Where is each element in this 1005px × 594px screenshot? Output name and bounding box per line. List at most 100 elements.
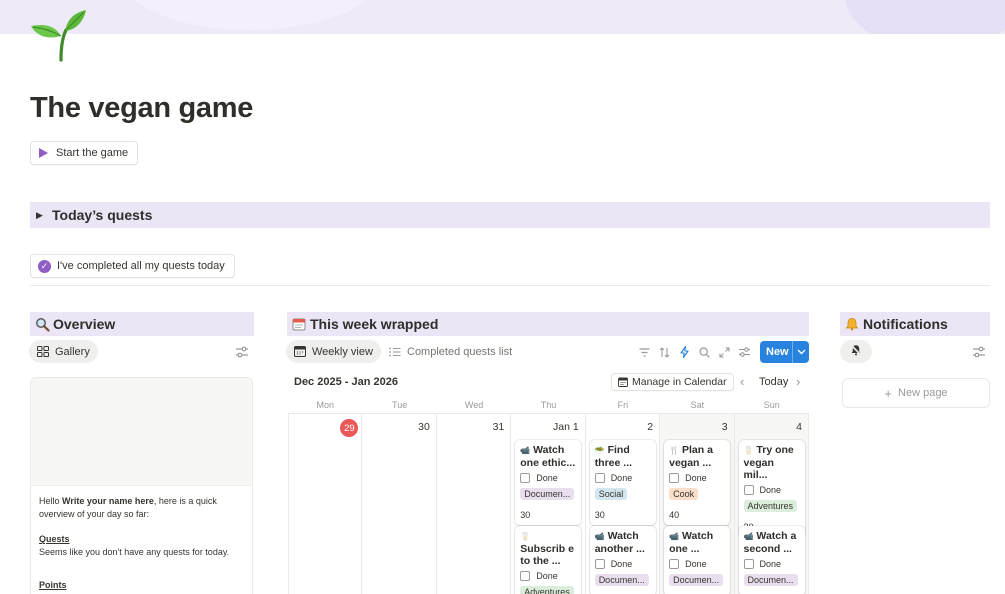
magnifier-icon xyxy=(33,316,51,332)
day-number: 30 xyxy=(418,421,430,433)
sliders-icon[interactable] xyxy=(734,344,754,360)
quest-title: 📹 Watch another ... xyxy=(595,530,651,555)
sort-icon[interactable] xyxy=(654,344,674,360)
new-page-button[interactable]: + New page xyxy=(842,378,990,408)
calendar-day[interactable]: 30 xyxy=(362,414,437,594)
quest-card[interactable]: 🥛 Try one vegan mil...DoneAdventures20 xyxy=(738,440,805,537)
lightning-icon[interactable] xyxy=(674,344,694,360)
quest-card[interactable]: 🍴 Plan a vegan ... Done Cook 40 xyxy=(664,440,731,525)
view-toolbar xyxy=(634,344,754,360)
done-checkbox[interactable] xyxy=(520,571,531,581)
category-tag: Cook xyxy=(669,488,699,500)
complete-quests-button[interactable]: ✓ I've completed all my quests today xyxy=(30,254,235,278)
manage-calendar-label: Manage in Calendar xyxy=(632,376,727,388)
tab-completed-quests[interactable]: Completed quests list xyxy=(381,340,520,363)
done-label: Done xyxy=(610,559,633,569)
category-tag: Documen... xyxy=(520,488,575,500)
day-number: 3 xyxy=(721,421,728,433)
weekday-label: Thu xyxy=(540,400,557,410)
done-checkbox[interactable] xyxy=(669,473,680,483)
quest-card[interactable]: 📹 Watch one ... Done Documen... xyxy=(664,526,731,594)
chevron-down-icon[interactable] xyxy=(793,349,809,355)
done-checkbox-row[interactable]: Done xyxy=(594,473,651,483)
done-checkbox[interactable] xyxy=(594,473,605,483)
complete-quests-label: I've completed all my quests today xyxy=(57,260,225,272)
category-tag: Documen... xyxy=(669,574,724,586)
card-body: Hello Write your name here, here is a qu… xyxy=(31,486,252,594)
seedling-icon[interactable] xyxy=(28,6,92,64)
weekday-label: Sun xyxy=(763,400,780,410)
expand-icon[interactable] xyxy=(714,344,734,360)
start-game-button[interactable]: Start the game xyxy=(30,141,139,165)
notification-view-tab[interactable] xyxy=(840,340,872,363)
todays-quests-toggle[interactable]: ▶ Today’s quests xyxy=(30,202,990,228)
calendar-day[interactable]: 4🥛 Try one vegan mil...DoneAdventures20📹… xyxy=(734,414,809,594)
page-title: The vegan game xyxy=(30,92,254,124)
quest-title: 🥛 Subscrib e to the ... xyxy=(520,530,576,567)
calendar-day[interactable]: 31 xyxy=(437,414,512,594)
quest-card[interactable]: 🥛 Subscrib e to the ... Done Adventures xyxy=(515,526,582,594)
points-heading: Points xyxy=(39,580,67,590)
quest-card[interactable]: 📹 Watch another ... Done Documen... xyxy=(589,526,656,594)
overview-gallery-card[interactable]: Hello Write your name here, here is a qu… xyxy=(30,377,253,594)
tab-weekly-view[interactable]: Weekly view xyxy=(286,340,381,363)
done-checkbox-row[interactable]: Done xyxy=(669,473,725,483)
day-number: 31 xyxy=(492,421,505,433)
category-tag: Adventures xyxy=(743,500,798,512)
cover-decoration xyxy=(845,0,1005,34)
notifications-title: Notifications xyxy=(863,316,948,332)
done-checkbox-row[interactable]: Done xyxy=(520,571,576,581)
done-checkbox-row[interactable]: Done xyxy=(669,559,725,569)
weekday-header: Mon Tue Wed Thu Fri Sat Sun xyxy=(288,397,809,414)
done-checkbox-row[interactable]: Done xyxy=(594,559,651,569)
done-checkbox[interactable] xyxy=(743,559,754,569)
greeting-name: Write your name here xyxy=(62,496,154,506)
done-checkbox[interactable] xyxy=(594,559,605,569)
day-number: 4 xyxy=(796,421,802,433)
calendar-day[interactable]: 29 xyxy=(288,414,363,594)
day-number: Jan 1 xyxy=(553,421,579,433)
day-number: 2 xyxy=(647,421,654,433)
weekday-label: Wed xyxy=(464,400,484,410)
quest-card[interactable]: 📹 Watch one ethic... Done Documen... 30 xyxy=(515,440,582,525)
calendar-day[interactable]: Jan 1 📹 Watch one ethic... Done Documen... 3… xyxy=(511,414,586,594)
quest-emoji-icon: 📹 xyxy=(520,446,531,455)
toggle-arrow-icon[interactable]: ▶ xyxy=(36,210,52,221)
sliders-icon[interactable] xyxy=(972,345,986,359)
divider xyxy=(30,285,990,286)
gallery-grid-icon xyxy=(37,346,49,357)
page-cover xyxy=(0,0,1005,34)
previous-week-icon[interactable]: ‹ xyxy=(740,374,744,389)
done-checkbox-row[interactable]: Done xyxy=(520,473,576,483)
quest-card[interactable]: 🥗 Find three ... Done Social 30 xyxy=(589,440,656,525)
today-button[interactable]: Today xyxy=(759,376,788,388)
calendar-small-icon xyxy=(618,377,628,387)
search-icon[interactable] xyxy=(694,344,714,360)
quest-emoji-icon: 🥛 xyxy=(520,532,531,541)
list-icon xyxy=(389,347,401,357)
weekly-calendar: Mon Tue Wed Thu Fri Sat Sun 29 30 31 Jan 1 📹 Watch… xyxy=(288,397,809,594)
filter-icon[interactable] xyxy=(634,344,654,360)
todays-quests-label: Today’s quests xyxy=(52,207,153,223)
manage-calendar-button[interactable]: Manage in Calendar xyxy=(611,373,734,391)
done-checkbox[interactable] xyxy=(520,473,531,483)
done-checkbox[interactable] xyxy=(743,485,754,495)
done-checkbox[interactable] xyxy=(669,559,680,569)
quest-card[interactable]: 📹 Watch a second ... Done Documen... xyxy=(738,526,805,594)
calendar-days: 29 30 31 Jan 1 📹 Watch one ethic... Done Docum… xyxy=(288,414,809,594)
cover-decoration xyxy=(120,0,380,30)
done-label: Done xyxy=(536,473,558,483)
new-button[interactable]: New xyxy=(760,341,809,363)
done-checkbox-row[interactable]: Done xyxy=(743,559,800,569)
quest-title: 📹 Watch one ... xyxy=(669,530,725,555)
calendar-icon xyxy=(290,316,308,332)
done-checkbox-row[interactable]: Done xyxy=(743,485,800,495)
next-week-icon[interactable]: › xyxy=(796,374,800,389)
tab-completed-quests-label: Completed quests list xyxy=(407,345,513,358)
quest-title: 📹 Watch a second ... xyxy=(744,530,800,555)
sliders-icon[interactable] xyxy=(235,345,249,359)
tab-gallery[interactable]: Gallery xyxy=(29,340,98,363)
calendar-day[interactable]: 3 🍴 Plan a vegan ... Done Cook 40 📹 Watch one… xyxy=(660,414,735,594)
category-tag: Documen... xyxy=(743,574,798,586)
calendar-day[interactable]: 2 🥗 Find three ... Done Social 30 📹 Watch ano… xyxy=(586,414,661,594)
